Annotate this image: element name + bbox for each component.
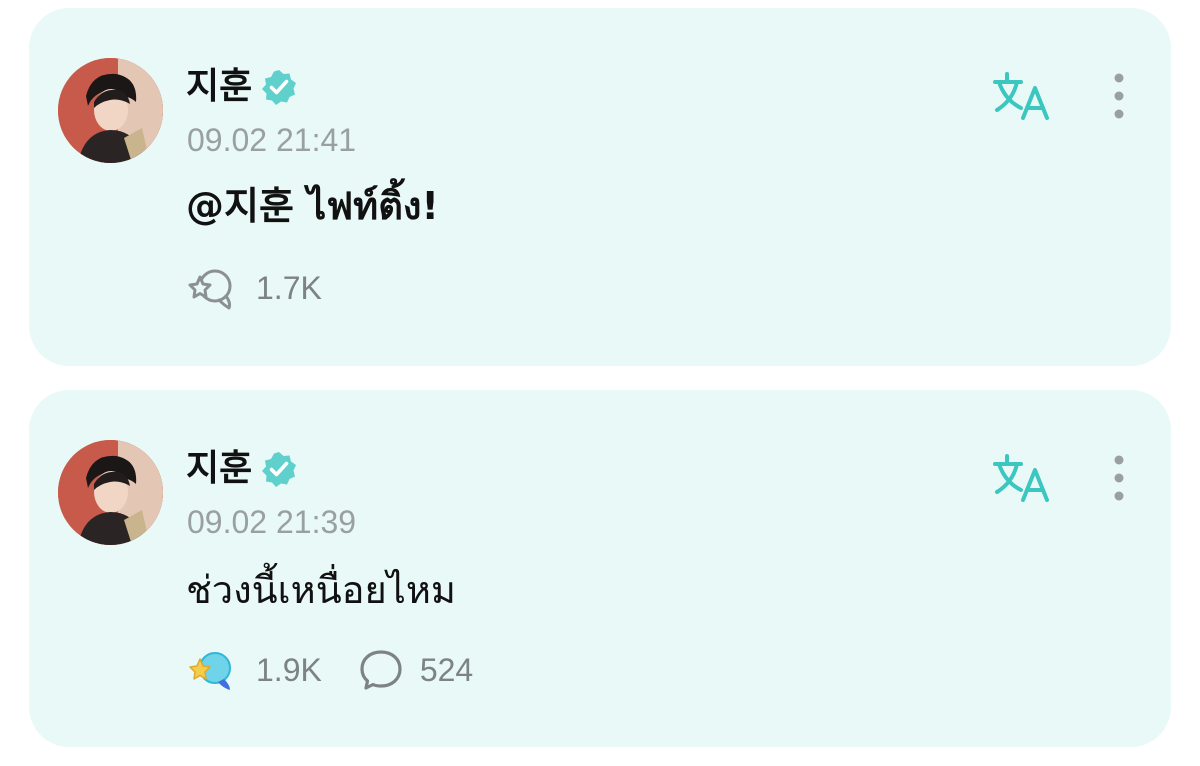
reaction-count: 1.9K	[256, 652, 322, 688]
comment-bubble-icon[interactable]	[358, 647, 404, 693]
translate-icon	[993, 72, 1049, 120]
translate-button[interactable]	[991, 70, 1055, 122]
reaction-bar: 1.9K 524	[186, 646, 473, 694]
avatar-image	[58, 58, 163, 163]
reaction-bar: 1.7K	[186, 264, 322, 312]
post-timestamp: 09.02 21:39	[187, 504, 357, 540]
author-name[interactable]: 지훈	[186, 66, 252, 108]
translate-button[interactable]	[991, 452, 1055, 504]
more-vertical-icon	[1114, 73, 1124, 119]
more-options-button[interactable]	[1104, 70, 1134, 122]
translate-icon	[993, 454, 1049, 502]
verified-badge-icon	[262, 70, 297, 105]
verified-badge-icon	[262, 452, 297, 487]
post-text: ช่วงนี้เหนื่อยไหม	[186, 568, 456, 612]
post-card[interactable]: 지훈 09.02 21:39 ช่วงนี้เหนื่อยไหม 1.9K 52…	[29, 390, 1171, 747]
author-row: 지훈	[186, 66, 298, 108]
sparkle-bubble-filled-icon[interactable]	[186, 644, 238, 696]
comment-count: 524	[419, 652, 474, 688]
post-card[interactable]: 지훈 09.02 21:41 @지훈 ไฟท์ติ้ง! 1.7K	[29, 8, 1171, 366]
avatar[interactable]	[58, 440, 163, 545]
author-row: 지훈	[186, 448, 298, 490]
reaction-count: 1.7K	[256, 270, 322, 306]
more-options-button[interactable]	[1104, 452, 1134, 504]
author-name[interactable]: 지훈	[186, 448, 252, 490]
post-text: @지훈 ไฟท์ติ้ง!	[186, 184, 439, 228]
post-timestamp: 09.02 21:41	[187, 122, 357, 158]
avatar-image	[58, 440, 163, 545]
sparkle-bubble-outline-icon[interactable]	[186, 262, 238, 314]
avatar[interactable]	[58, 58, 163, 163]
more-vertical-icon	[1114, 455, 1124, 501]
